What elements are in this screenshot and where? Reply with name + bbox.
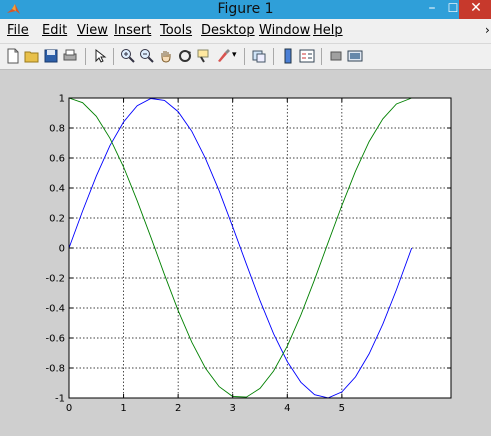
menu-file[interactable]: File [7, 23, 29, 38]
x-tick-label: 2 [175, 403, 181, 414]
x-tick-label: 3 [230, 403, 236, 414]
y-tick-label: -0.2 [45, 274, 65, 285]
y-tick-label: 1 [59, 94, 65, 105]
y-tick-label: 0.8 [49, 124, 65, 135]
menu-tools[interactable]: Tools [160, 23, 192, 38]
menu-window[interactable]: Window [259, 23, 310, 38]
open-file-icon[interactable] [24, 48, 40, 64]
x-tick-label: 1 [120, 403, 126, 414]
menu-insert[interactable]: Insert [114, 23, 151, 38]
toolbar-separator [244, 48, 245, 65]
window-title: Figure 1 [217, 1, 274, 17]
zoom-out-icon[interactable] [139, 48, 155, 64]
rotate-3d-icon[interactable] [177, 48, 193, 64]
link-plot-icon[interactable] [251, 48, 267, 64]
hide-plot-tools-icon[interactable] [328, 48, 344, 64]
y-tick-label: 0 [59, 244, 65, 255]
toolbar-separator [273, 48, 274, 65]
show-plot-tools-icon[interactable] [347, 48, 363, 64]
line-chart[interactable]: 0 1 2 3 4 5 -1 -0.8 -0.6 -0.4 -0.2 0 0.2 0.4 0.6 0.8 1 [0, 70, 491, 436]
y-tick-label: -1 [55, 394, 65, 405]
y-tick-label: 0.2 [49, 214, 65, 225]
toolbar-separator [321, 48, 322, 65]
y-tick-label: -0.6 [45, 334, 65, 345]
y-tick-label: -0.4 [45, 304, 65, 315]
colorbar-icon[interactable] [280, 48, 296, 64]
y-tick-label: 0.4 [49, 184, 65, 195]
menu-help[interactable]: Help [313, 23, 343, 38]
toolbar-separator [113, 48, 114, 65]
data-cursor-icon[interactable] [196, 48, 212, 64]
menu-desktop[interactable]: Desktop [201, 23, 255, 38]
toolbar-separator [85, 48, 86, 65]
y-tick-label: 0.6 [49, 154, 65, 165]
x-tick-label: 4 [284, 403, 290, 414]
title-bar: Figure 1 – ☐ ✕ [0, 0, 491, 19]
brush-dropdown-icon[interactable]: ▾ [232, 50, 237, 60]
x-tick-label: 5 [339, 403, 345, 414]
legend-icon[interactable] [299, 48, 315, 64]
pan-icon[interactable] [158, 48, 174, 64]
pointer-icon[interactable] [92, 48, 108, 64]
menu-overflow-icon[interactable]: › [485, 23, 490, 37]
figure-toolbar: ▾ [0, 44, 491, 70]
brush-icon[interactable] [215, 48, 231, 64]
close-button[interactable]: ✕ [459, 0, 491, 19]
save-icon[interactable] [43, 48, 59, 64]
figure-canvas[interactable]: 0 1 2 3 4 5 -1 -0.8 -0.6 -0.4 -0.2 0 0.2 0.4 0.6 0.8 1 [0, 70, 491, 436]
menu-bar: File Edit View Insert Tools Desktop Wind… [0, 19, 491, 44]
new-figure-icon[interactable] [5, 48, 21, 64]
zoom-in-icon[interactable] [120, 48, 136, 64]
y-tick-label: -0.8 [45, 364, 65, 375]
x-tick-label: 0 [66, 403, 72, 414]
menu-edit[interactable]: Edit [42, 23, 67, 38]
menu-view[interactable]: View [77, 23, 108, 38]
print-icon[interactable] [62, 48, 78, 64]
